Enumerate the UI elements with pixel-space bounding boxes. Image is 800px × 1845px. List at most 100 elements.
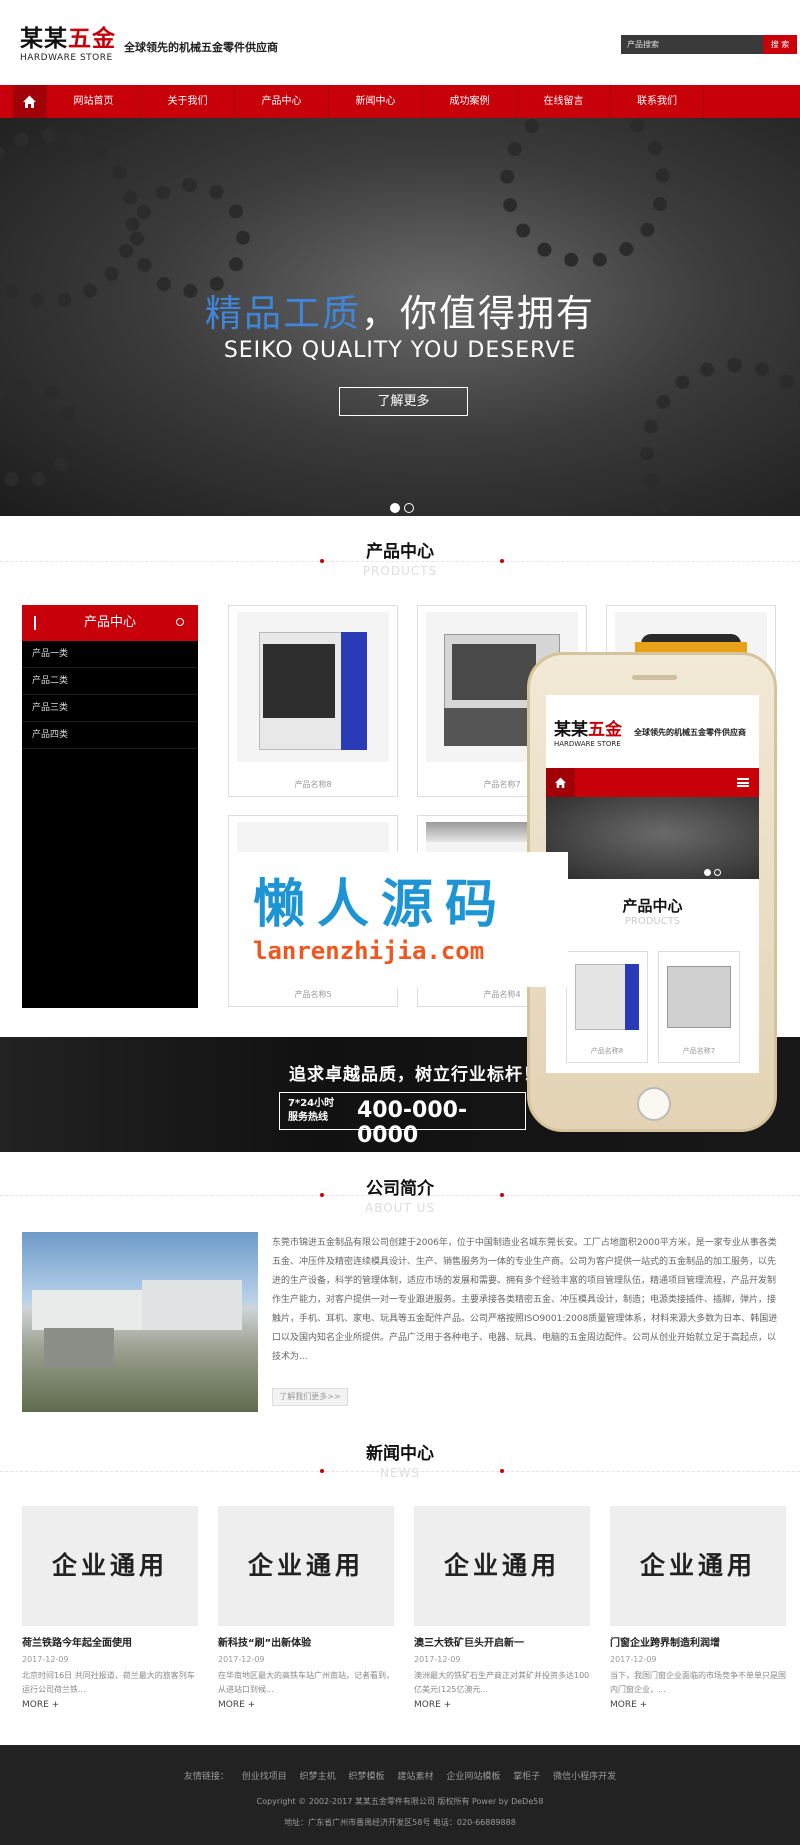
search-input[interactable] [621, 35, 763, 54]
footer-link[interactable]: 掌柜子 [513, 1772, 540, 1782]
mobile-product-name: 产品名称7 [682, 1047, 716, 1055]
footer-link[interactable]: 微信小程序开发 [553, 1772, 616, 1782]
news-summary: 北京时间16日 共同社报道，荷兰最大的旅客列车运行公司荷兰铁... [22, 1671, 195, 1694]
about-section-title: 公司简介 ABOUT US [0, 1174, 800, 1215]
news-more-link[interactable]: MORE + [610, 1700, 786, 1710]
news-section-title: 新闻中心 NEWS [0, 1439, 800, 1480]
bar-decoration [34, 616, 36, 630]
site-logo[interactable]: 某某五金 HARDWARE STORE [20, 26, 116, 64]
building-shape [142, 1280, 242, 1330]
product-image [237, 612, 389, 762]
product-name: 产品名称8 [294, 780, 332, 789]
news-title-en: NEWS [379, 1466, 421, 1480]
news-date: 2017-12-09 [414, 1655, 461, 1664]
logo-text-primary: 某某 [20, 26, 68, 52]
hotline-box: 7*24小时 服务热线 400-000-0000 [279, 1092, 526, 1148]
banner-learn-more-button[interactable]: 了解更多 [339, 387, 468, 416]
gear-decoration [130, 178, 250, 298]
mobile-product-card[interactable]: 产品名称7 [658, 951, 740, 1063]
banner-title-highlight: 精品工质 [205, 292, 361, 335]
nav-item-cases[interactable]: 成功案例 [422, 85, 516, 118]
search-box: 搜 索 [621, 35, 797, 54]
hotline-number[interactable]: 400-000-0000 [357, 1098, 525, 1148]
news-date: 2017-12-09 [218, 1655, 265, 1664]
mobile-banner-pagination [704, 861, 721, 880]
sidebar-item-category-2[interactable]: 产品二类 [22, 668, 198, 695]
about-title-cn: 公司简介 [366, 1179, 434, 1199]
banner-subtitle: SEIKO QUALITY YOU DESERVE [223, 338, 577, 363]
machine-body [575, 964, 627, 1030]
watermark-url: lanrenzhijia.com [253, 937, 485, 965]
sidebar-item-category-3[interactable]: 产品三类 [22, 695, 198, 722]
site-footer: 友情链接： 创业找项目 织梦主机 织梦模板 建站素材 企业网站模板 掌柜子 微信… [0, 1745, 800, 1845]
main-nav: 网站首页 关于我们 产品中心 新闻中心 成功案例 在线留言 联系我们 [0, 85, 800, 118]
news-more-link[interactable]: MORE + [22, 1700, 198, 1710]
hero-banner: 精品工质，你值得拥有 SEIKO QUALITY YOU DESERVE 了解更… [0, 118, 800, 516]
news-summary: 当下，我国门窗企业面临的市场竞争不单单只是国内门窗企业，... [610, 1671, 786, 1694]
news-title-cn: 新闻中心 [366, 1444, 434, 1464]
footer-link[interactable]: 织梦模板 [349, 1772, 385, 1782]
news-image: 企业通用 [414, 1506, 590, 1626]
mobile-logo-text-accent: 五金 [588, 720, 622, 740]
home-icon [555, 777, 566, 788]
mobile-products-title: 产品中心 PRODUCTS [546, 895, 759, 927]
news-more-link[interactable]: MORE + [218, 1700, 394, 1710]
about-more-button[interactable]: 了解我们更多>> [272, 1388, 348, 1406]
product-name: 产品名称5 [294, 990, 332, 999]
product-category-sidebar: 产品中心 产品一类 产品二类 产品三类 产品四类 [22, 605, 198, 1008]
mobile-logo-subtitle: HARDWARE STORE [554, 740, 621, 748]
footer-link[interactable]: 创业找项目 [242, 1772, 287, 1782]
news-summary: 澳洲最大的铁矿石生产商正对其矿井投资多达100亿美元(125亿澳元... [414, 1671, 590, 1694]
news-more-link[interactable]: MORE + [414, 1700, 590, 1710]
news-card[interactable]: 企业通用 澳三大铁矿巨头开启新一 2017-12-09 澳洲最大的铁矿石生产商正… [414, 1506, 590, 1710]
hotline-labels: 7*24小时 服务热线 [288, 1097, 334, 1125]
banner-dot-1[interactable] [390, 503, 400, 513]
phone-home-button [637, 1087, 671, 1121]
banner-dot-2[interactable] [404, 503, 414, 513]
products-section-title: 产品中心 PRODUCTS [0, 537, 800, 578]
nav-item-contact[interactable]: 联系我们 [610, 85, 704, 118]
building-shape [44, 1328, 114, 1368]
mobile-product-card[interactable]: 产品名称8 [566, 951, 648, 1063]
news-title[interactable]: 荷兰铁路今年起全面使用 [22, 1634, 198, 1649]
nav-item-home[interactable]: 网站首页 [46, 85, 140, 118]
mobile-slogan: 全球领先的机械五金零件供应商 [634, 728, 746, 737]
machine-window [263, 644, 335, 718]
nav-item-message[interactable]: 在线留言 [516, 85, 610, 118]
news-title[interactable]: 门窗企业跨界制造利润增 [610, 1634, 786, 1649]
watermark-overlay: 懒人源码 lanrenzhijia.com [233, 852, 568, 987]
mobile-home-button[interactable] [546, 768, 575, 797]
banner-title-rest: ，你值得拥有 [361, 292, 595, 335]
menu-icon[interactable] [737, 778, 749, 787]
mobile-banner-dot-1[interactable] [704, 869, 711, 876]
sidebar-item-category-1[interactable]: 产品一类 [22, 641, 198, 668]
circle-icon [176, 618, 184, 626]
news-title[interactable]: 澳三大铁矿巨头开启新一 [414, 1634, 590, 1649]
news-card[interactable]: 企业通用 新科技“刷”出新体验 2017-12-09 在华南地区最大的高铁车站广… [218, 1506, 394, 1710]
nav-item-news[interactable]: 新闻中心 [328, 85, 422, 118]
sidebar-item-category-4[interactable]: 产品四类 [22, 722, 198, 749]
banner-pagination [390, 498, 418, 516]
phone-screen: 某某五金 HARDWARE STORE 全球领先的机械五金零件供应商 产品中心 … [546, 695, 759, 1073]
gear-decoration [0, 128, 140, 308]
mobile-banner-dot-2[interactable] [714, 869, 721, 876]
mobile-nav-bar [546, 768, 759, 797]
news-title[interactable]: 新科技“刷”出新体验 [218, 1634, 394, 1649]
search-button[interactable]: 搜 索 [763, 35, 797, 54]
footer-link[interactable]: 企业网站模板 [446, 1772, 500, 1782]
product-card[interactable]: 产品名称8 [228, 605, 398, 797]
footer-link[interactable]: 织梦主机 [300, 1772, 336, 1782]
footer-link[interactable]: 建站素材 [397, 1772, 433, 1782]
nav-home-button[interactable] [13, 85, 46, 118]
news-card[interactable]: 企业通用 门窗企业跨界制造利润增 2017-12-09 当下，我国门窗企业面临的… [610, 1506, 786, 1710]
machine-body [667, 966, 731, 1028]
nav-item-products[interactable]: 产品中心 [234, 85, 328, 118]
sidebar-header: 产品中心 [22, 605, 198, 641]
mobile-products-title-cn: 产品中心 [622, 897, 683, 915]
about-text: 东莞市锦进五金制品有限公司创建于2006年，位于中国制造业名城东莞长安。工厂占地… [272, 1238, 778, 1362]
mobile-product-name: 产品名称8 [590, 1047, 624, 1055]
nav-item-about[interactable]: 关于我们 [140, 85, 234, 118]
news-card[interactable]: 企业通用 荷兰铁路今年起全面使用 2017-12-09 北京时间16日 共同社报… [22, 1506, 198, 1710]
news-summary: 在华南地区最大的高铁车站广州南站，记者看到，从进站口到候... [218, 1671, 394, 1694]
mobile-logo-text-primary: 某某 [554, 720, 588, 740]
